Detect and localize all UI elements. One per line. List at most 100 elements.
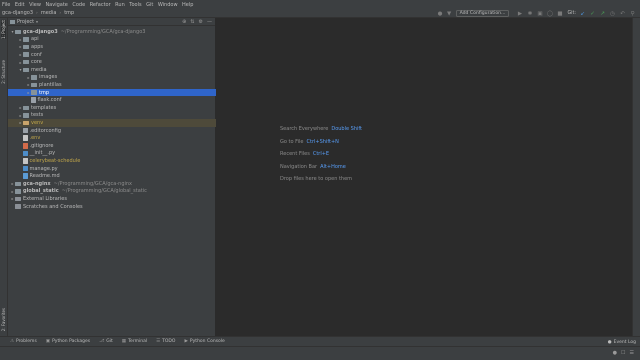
tree-row[interactable]: ▸ plantillas: [8, 81, 216, 89]
lock-icon[interactable]: ●: [613, 350, 617, 356]
tree-row[interactable]: ▸ global_static ~/Programming/GCA/global_s…: [8, 188, 216, 196]
menu-view[interactable]: View: [29, 2, 41, 8]
minimize-icon[interactable]: —: [207, 19, 212, 25]
tree-row-path: ~/Programming/GCA/gca-django3: [60, 28, 146, 35]
git-rollback-icon[interactable]: ↶: [619, 10, 626, 17]
menu-file[interactable]: File: [2, 2, 10, 8]
tree-row[interactable]: .editorconfig: [8, 127, 216, 135]
tree-row[interactable]: Scratches and Consoles: [8, 203, 216, 211]
stop-icon[interactable]: ■: [556, 10, 563, 17]
hint-navigation-bar: Navigation Bar Alt+Home: [280, 164, 346, 170]
tab-terminal[interactable]: ▦ Terminal: [122, 339, 147, 344]
folder-icon: [15, 181, 21, 187]
tree-row[interactable]: __init__.py: [8, 150, 216, 158]
tree-row[interactable]: flask.conf: [8, 96, 216, 104]
hint-shortcut[interactable]: Alt+Home: [320, 164, 346, 170]
gear-icon[interactable]: ⚙: [199, 19, 203, 25]
tree-row[interactable]: ▸ venv: [8, 119, 216, 127]
problems-icon: ⚠: [10, 339, 15, 344]
tree-row[interactable]: ▸ api: [8, 36, 216, 44]
breadcrumb-project[interactable]: gca-django3: [2, 10, 33, 16]
breadcrumb-media[interactable]: media: [41, 10, 57, 16]
tree-row[interactable]: celerybeat-schedule: [8, 157, 216, 165]
tree-row[interactable]: .gitignore: [8, 142, 216, 150]
project-view-dropdown[interactable]: Project ▾: [10, 19, 38, 25]
menu-navigate[interactable]: Navigate: [45, 2, 67, 8]
menu-code[interactable]: Code: [72, 2, 85, 8]
tree-row[interactable]: Readme.md: [8, 172, 216, 180]
search-icon[interactable]: ⚲: [629, 10, 636, 17]
tab-project[interactable]: 1: Project: [1, 20, 6, 39]
memory-indicator-icon[interactable]: ☰: [630, 350, 634, 356]
tree-row[interactable]: ▸ External Libraries: [8, 195, 216, 203]
tab-todo[interactable]: ☰ TODO: [156, 339, 175, 344]
collapse-all-icon[interactable]: ⇅: [190, 19, 194, 25]
navigation-bar: gca-django3 › media › tmp ● ▼ Add Config…: [0, 9, 640, 18]
git-history-icon[interactable]: ◷: [609, 10, 616, 17]
menu-help[interactable]: Help: [182, 2, 193, 8]
tree-row[interactable]: ▸ tmp: [8, 88, 216, 97]
hint-shortcut[interactable]: Ctrl+E: [313, 151, 329, 157]
tree-row-label: gca-nginx: [23, 180, 51, 187]
project-panel: Project ▾ ⊕ ⇅ ⚙ — ▾ gca-django3 ~/Programm…: [8, 18, 216, 336]
menu-window[interactable]: Window: [158, 2, 178, 8]
tree-row[interactable]: ▸ images: [8, 74, 216, 82]
debug-icon[interactable]: ✱: [526, 10, 533, 17]
tree-row[interactable]: ▸ gca-nginx ~/Programming/GCA/gca-nginx: [8, 180, 216, 188]
notification-icon[interactable]: ☐: [621, 350, 625, 356]
folder-icon: [15, 189, 21, 194]
tab-python-packages[interactable]: ▣ Python Packages: [46, 339, 90, 344]
tree-row[interactable]: ▾ gca-django3 ~/Programming/GCA/gca-django…: [8, 28, 216, 36]
menu-refactor[interactable]: Refactor: [90, 2, 111, 8]
cfg-file-icon: [23, 127, 28, 134]
tree-row-path: ~/Programming/GCA/gca-nginx: [53, 180, 133, 187]
txt-file-icon: [23, 135, 28, 141]
hint-text: Drop files here to open them: [280, 176, 353, 182]
tree-row[interactable]: ▸ tests: [8, 112, 216, 120]
user-icon[interactable]: ●: [437, 10, 444, 17]
run-icon[interactable]: ▶: [516, 10, 523, 17]
tree-row[interactable]: ▾ media: [8, 66, 216, 74]
git-push-icon[interactable]: ↗: [599, 10, 606, 17]
tab-problems[interactable]: ⚠ Problems: [10, 339, 37, 344]
profile-icon[interactable]: ◯: [546, 10, 553, 17]
event-log-icon: ●: [607, 339, 612, 345]
toolbar-right: ● ▼ Add Configuration... ▶ ✱ ▣ ◯ ■ Git: …: [434, 9, 636, 18]
tree-row[interactable]: ▸ conf: [8, 51, 216, 59]
git-update-icon[interactable]: ↙: [579, 10, 586, 17]
folder-icon: [31, 90, 37, 95]
library-icon: [15, 196, 21, 202]
breadcrumb-tmp[interactable]: tmp: [64, 10, 74, 16]
cfg-file-icon: [31, 97, 36, 103]
hint-shortcut[interactable]: Ctrl+Shift+N: [307, 139, 339, 145]
menu-edit[interactable]: Edit: [15, 2, 25, 8]
terminal-icon: ▦: [121, 339, 127, 344]
tab-git[interactable]: ⎇ Git: [99, 339, 113, 344]
folder-icon: [23, 67, 29, 73]
tree-row-label: tmp: [39, 89, 50, 96]
tab-python-console[interactable]: ▶ Python Console: [184, 339, 224, 344]
build-hammer-icon[interactable]: ▼: [446, 10, 453, 17]
left-tool-strip: 1: Project 2: Structure 2: Favorites: [0, 18, 8, 336]
py-file-icon: [23, 150, 28, 157]
hint-shortcut[interactable]: Double Shift: [331, 126, 362, 132]
menu-git[interactable]: Git: [146, 2, 153, 8]
tab-label: Python Console: [189, 339, 225, 344]
editor-empty-area[interactable]: Search Everywhere Double Shift Go to File…: [217, 18, 640, 336]
locate-icon[interactable]: ⊕: [182, 19, 186, 25]
tree-row[interactable]: manage.py: [8, 165, 216, 173]
coverage-icon[interactable]: ▣: [536, 10, 543, 17]
add-configuration-button[interactable]: Add Configuration...: [455, 10, 510, 17]
tree-row[interactable]: ▸ core: [8, 58, 216, 66]
menu-run[interactable]: Run: [115, 2, 125, 8]
tab-structure[interactable]: 2: Structure: [1, 60, 6, 84]
project-panel-title: Project: [17, 18, 35, 25]
git-commit-icon[interactable]: ✓: [589, 10, 596, 17]
tree-row[interactable]: ▸ apps: [8, 43, 216, 51]
menu-tools[interactable]: Tools: [129, 2, 141, 8]
tab-label: Python Packages: [52, 339, 91, 344]
tree-row[interactable]: ▸ templates: [8, 104, 216, 112]
tab-favorites[interactable]: 2: Favorites: [1, 308, 6, 331]
txt-file-icon: [23, 158, 28, 164]
tree-row[interactable]: .env: [8, 134, 216, 142]
